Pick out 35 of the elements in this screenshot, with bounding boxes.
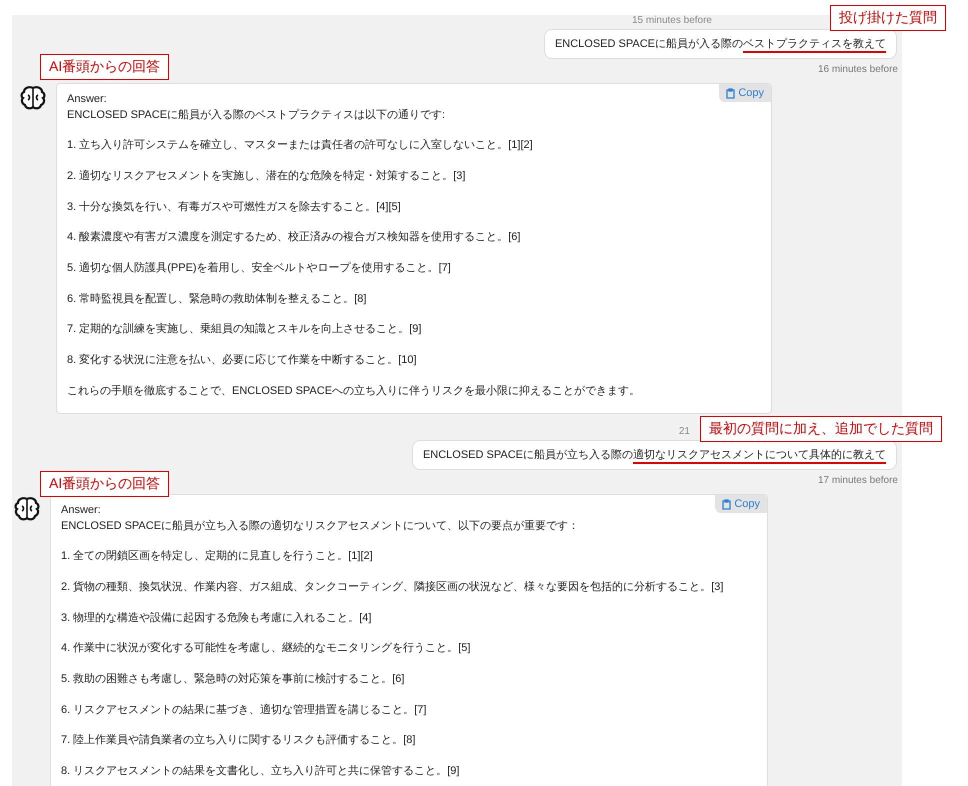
answer-item: 7. 定期的な訓練を実施し、乗組員の知識とスキルを向上させること。[9] [67, 322, 422, 338]
answer-item: 2. 適切なリスクアセスメントを実施し、潜在的な危険を特定・対策すること。[3] [67, 168, 466, 184]
answer-item: 6. リスクアセスメントの結果に基づき、適切な管理措置を講じること。[7] [61, 702, 426, 718]
question-bubble: ENCLOSED SPACEに船員が入る際のベストプラクティスを教えて [544, 29, 897, 59]
answer-item: 6. 常時監視員を配置し、緊急時の救助体制を整えること。[8] [67, 292, 366, 307]
answer-item: 5. 適切な個人防護具(PPE)を着用し、安全ベルトやロープを使用すること。[7] [67, 260, 451, 276]
answer-item: 3. 物理的な構造や設備に起因する危険も考慮に入れること。[4] [61, 610, 372, 626]
answer-conclusion: これらの手順を徹底することで、ENCLOSED SPACEへの立ち入りに伴うリスクを最小限に抑えることができます。 [67, 384, 640, 399]
annotation-label: 投げ掛けた質問 [830, 5, 946, 31]
answer-item: 5. 救助の困難さも考慮し、緊急時の対応策を事前に検討すること。[6] [61, 672, 404, 687]
answer-item: 2. 貨物の種類、換気状況、作業内容、ガス組成、タンクコーティング、隣接区画の状況など、様々な要因を包括的に分析すること。[3] [61, 580, 724, 595]
answer-heading: Answer: [67, 92, 107, 107]
clipboard-icon [722, 498, 732, 510]
timestamp: 21 [678, 426, 690, 437]
clipboard-icon [726, 88, 736, 98]
answer-heading: Answer: [61, 503, 101, 518]
answer-intro: ENCLOSED SPACEに船員が入る際のベストプラクティスは以下の通りです: [67, 108, 446, 122]
timestamp: 17 minutes before [818, 475, 898, 486]
answer-item: 4. 作業中に状況が変化する可能性を考慮し、継続的なモニタリングを行うこと。[5] [61, 641, 470, 656]
answer-item: 1. 立ち入り許可システムを確立し、マスターまたは責任者の許可なしに入室しないこと。[1][2] [67, 138, 533, 154]
annotation-label: 最初の質問に加え、追加でした質問 [700, 416, 942, 442]
question-bubble: ENCLOSED SPACEに船員が立ち入る際の適切なリスクアセスメントについて具体的に教えて [412, 440, 897, 470]
copy-button[interactable]: Copy [719, 84, 771, 102]
timestamp: 16 minutes before [818, 64, 898, 75]
answer-intro: ENCLOSED SPACEに船員が立ち入る際の適切なリスクアセスメントについて、以下の要点が重要です： [61, 518, 580, 534]
annotation-label: AI番頭からの回答 [40, 54, 170, 80]
answer-item: 7. 陸上作業員や請負業者の立ち入りに関するリスクも評価すること。[8] [61, 733, 416, 748]
answer-item: 8. リスクアセスメントの結果を文書化し、立ち入り許可と共に保管すること。[9] [61, 764, 460, 779]
answer-item: 4. 酸素濃度や有害ガス濃度を測定するため、校正済みの複合ガス検知器を使用すること。[6] [67, 230, 520, 246]
copy-button[interactable]: Copy [715, 495, 767, 513]
answer-item: 3. 十分な換気を行い、有毒ガスや可燃性ガスを除去すること。[4][5] [67, 200, 401, 215]
answer-item: 8. 変化する状況に注意を払い、必要に応じて作業を中断すること。[10] [67, 353, 417, 368]
timestamp: 15 minutes before [632, 15, 712, 26]
annotation-label: AI番頭からの回答 [40, 471, 170, 497]
answer-item: 1. 全ての閉鎖区画を特定し、定期的に見直しを行うこと。[1][2] [61, 549, 373, 564]
